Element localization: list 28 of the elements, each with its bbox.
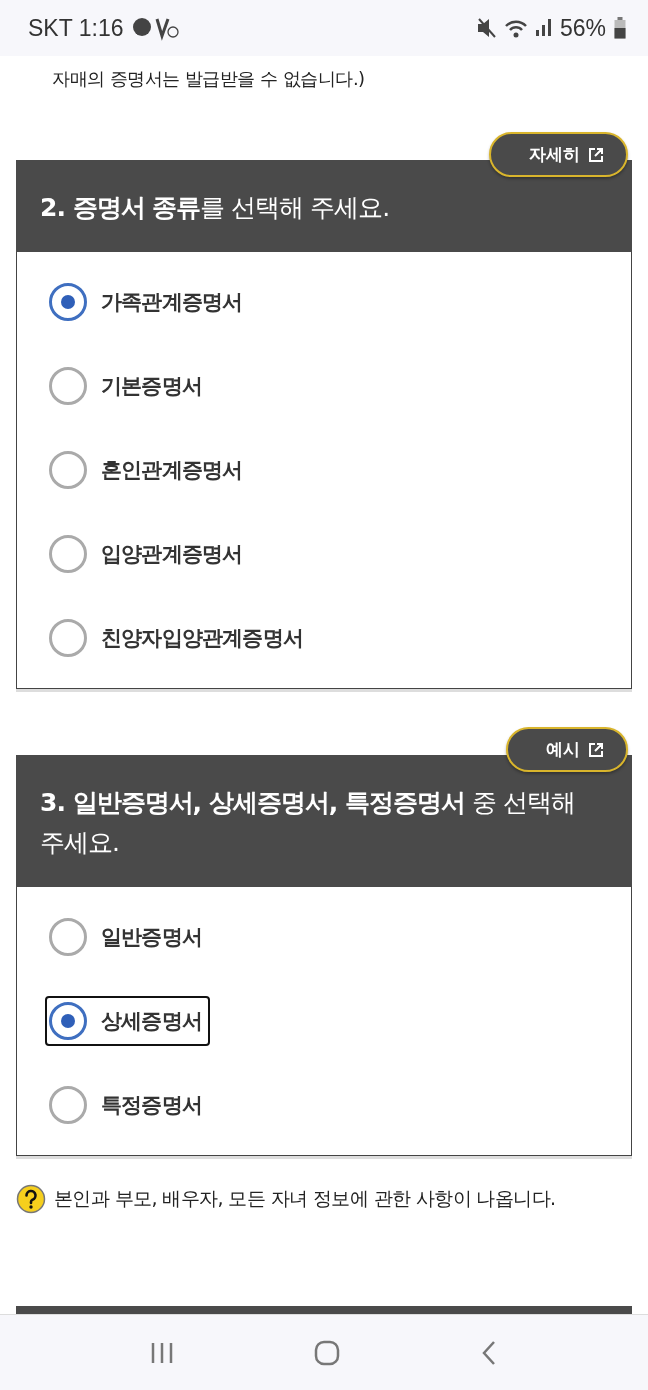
radio-button[interactable]	[49, 1086, 87, 1124]
radio-button[interactable]	[49, 283, 87, 321]
home-icon[interactable]	[313, 1338, 341, 1367]
radio-button[interactable]	[49, 367, 87, 405]
radio-button[interactable]	[49, 1002, 87, 1040]
option-label[interactable]: 기본증명서	[101, 372, 202, 400]
notification-icons	[131, 15, 182, 41]
note-text: 본인과 부모, 배우자, 모든 자녀 정보에 관한 사항이 나옵니다.	[54, 1186, 556, 1211]
battery-percent: 56%	[559, 14, 606, 42]
signal-icon	[535, 19, 552, 37]
external-link-icon	[588, 146, 604, 163]
option-label[interactable]: 가족관계증명서	[101, 288, 243, 316]
mute-icon	[475, 16, 496, 40]
option-label[interactable]: 입양관계증명서	[101, 540, 243, 568]
radio-button[interactable]	[49, 918, 87, 956]
note-text: 자매의 증명서는 발급받을 수 없습니다.)	[52, 67, 366, 91]
radio-button[interactable]	[49, 535, 87, 573]
radio-button[interactable]	[49, 619, 87, 657]
option-label[interactable]: 혼인관계증명서	[101, 456, 243, 484]
option-label[interactable]: 특정증명서	[101, 1091, 202, 1119]
option-label[interactable]: 친양자입양관계증명서	[101, 624, 303, 652]
carrier-time: SKT 1:16	[28, 14, 124, 42]
radio-button[interactable]	[49, 451, 87, 489]
battery-icon	[614, 17, 626, 39]
help-icon	[16, 1184, 46, 1214]
option-label[interactable]: 일반증명서	[101, 923, 202, 951]
external-link-icon	[588, 741, 604, 758]
option-label[interactable]: 상세증명서	[101, 1007, 202, 1035]
